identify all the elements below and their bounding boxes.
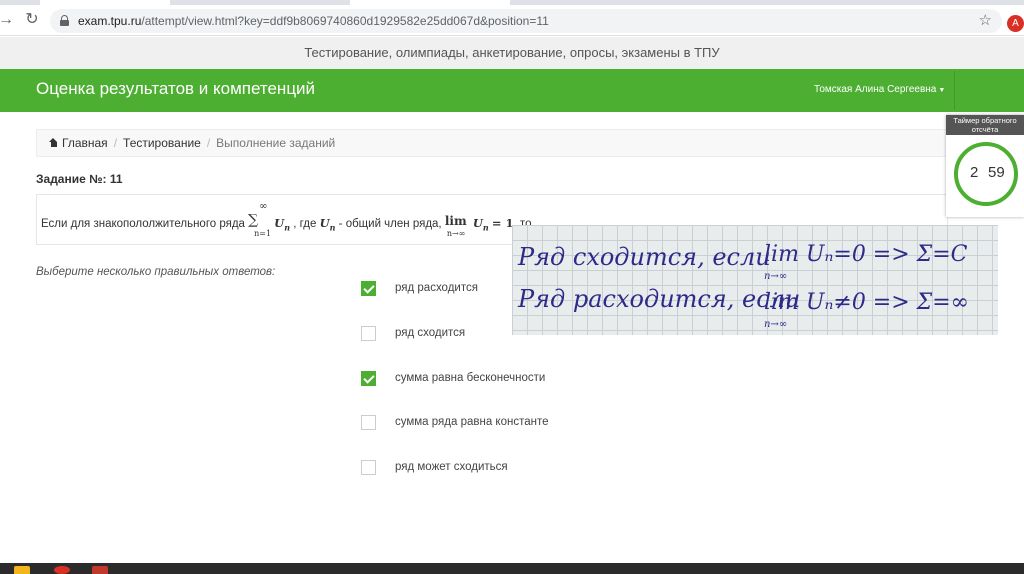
answer-label[interactable]: сумма ряда равна константе (395, 416, 549, 428)
sum-lower: n=1 (254, 229, 272, 238)
breadcrumb-separator: / (113, 136, 118, 150)
user-name: Томская Алина Сергеевна (814, 84, 937, 95)
breadcrumb-testing[interactable]: Тестирование (123, 136, 201, 150)
avatar[interactable]: A (1007, 15, 1024, 32)
task-title: Задание №: 11 (36, 172, 123, 186)
term-u2: U (319, 216, 330, 231)
answer-checkbox[interactable] (361, 460, 376, 475)
note-line1-sub: n→∞ (764, 271, 787, 282)
task-label: Задание №: (36, 172, 107, 186)
timer-ring: 2 59 (954, 142, 1018, 206)
folder-icon[interactable] (14, 566, 30, 574)
limit-eq: = 1 (491, 216, 514, 231)
answer-checkbox[interactable] (361, 371, 376, 386)
term-u: U (274, 216, 285, 231)
home-icon (49, 138, 58, 147)
user-menu[interactable]: Томская Алина Сергеевна ▼ (814, 84, 945, 95)
answer-label[interactable]: ряд расходится (395, 282, 478, 294)
breadcrumb-home[interactable]: Главная (62, 136, 108, 150)
note-line1-text: Ряд сходится, если (517, 243, 771, 271)
sum-formula: ∞ ∑ n=1 (248, 201, 274, 239)
limit-formula: lim n→∞ (445, 210, 473, 238)
question-prefix: Если для знакопололжительного ряда (41, 218, 245, 231)
site-banner: Тестирование, олимпиады, анкетирование, … (0, 37, 1024, 69)
answer-checkbox[interactable] (361, 415, 376, 430)
caret-down-icon: ▼ (938, 87, 946, 94)
browser-icon[interactable] (54, 566, 70, 574)
breadcrumb-separator: / (206, 136, 211, 150)
note-line2-math: lim Uₙ≠0 => Σ=∞ (764, 290, 969, 315)
handwritten-note-drawing: Ряд сходится, если lim Uₙ=0 => Σ=C n→∞ Р… (517, 242, 969, 330)
answer-label[interactable]: ряд сходится (395, 327, 465, 339)
answer-label[interactable]: сумма равна бесконечности (395, 372, 545, 384)
handwritten-note: Ряд сходится, если lim Uₙ=0 => Σ=C n→∞ Р… (512, 225, 998, 335)
sum-upper: ∞ (259, 201, 268, 212)
breadcrumb-current: Выполнение заданий (216, 136, 336, 150)
countdown-timer: Таймер обратного отсчёта 2 59 (946, 115, 1024, 217)
term-sub2: n (329, 222, 336, 233)
reload-icon[interactable]: ↻ (22, 10, 42, 30)
term-u3: U (472, 216, 483, 231)
browser-toolbar: → ↻ exam.tpu.ru/attempt/view.html?key=dd… (0, 5, 1024, 36)
navbar: Оценка результатов и компетенций Томская… (0, 69, 1024, 112)
note-line2-text: Ряд расходится, если (517, 285, 800, 313)
timer-title: Таймер обратного отсчёта (946, 115, 1024, 135)
timer-minutes: 2 (970, 164, 979, 181)
arrow-left-icon[interactable]: → (0, 10, 16, 30)
lock-icon (60, 15, 69, 26)
app-icon[interactable] (92, 566, 108, 574)
answer-checkbox[interactable] (361, 281, 376, 296)
star-icon[interactable]: ☆ (979, 11, 992, 29)
timer-seconds: 59 (988, 164, 1005, 181)
breadcrumb: Главная / Тестирование / Выполнение заданий (36, 129, 948, 157)
question-text: Если для знакопололжительного ряда ∞ ∑ n… (41, 201, 531, 239)
question-mid2: - общий член ряда, (338, 218, 442, 231)
sigma-symbol: ∑ (248, 212, 259, 228)
question-mid: , где (293, 218, 317, 231)
note-line2-sub: n→∞ (764, 319, 787, 330)
os-taskbar (0, 563, 1024, 574)
answer-label[interactable]: ряд может сходиться (395, 461, 508, 473)
divider (954, 71, 955, 110)
term-sub: n (284, 222, 291, 233)
lim-text: lim (444, 214, 467, 228)
term-sub3: n (482, 222, 489, 233)
task-number: 11 (109, 172, 123, 186)
brand-title[interactable]: Оценка результатов и компетенций (36, 79, 315, 99)
url-text[interactable]: exam.tpu.ru/attempt/view.html?key=ddf9b8… (78, 14, 549, 28)
note-line1-math: lim Uₙ=0 => Σ=C (764, 242, 968, 267)
address-bar[interactable]: exam.tpu.ru/attempt/view.html?key=ddf9b8… (50, 9, 1002, 33)
lim-sub: n→∞ (446, 229, 466, 238)
answer-checkbox[interactable] (361, 326, 376, 341)
instruction-text: Выберите несколько правильных ответов: (36, 266, 276, 278)
